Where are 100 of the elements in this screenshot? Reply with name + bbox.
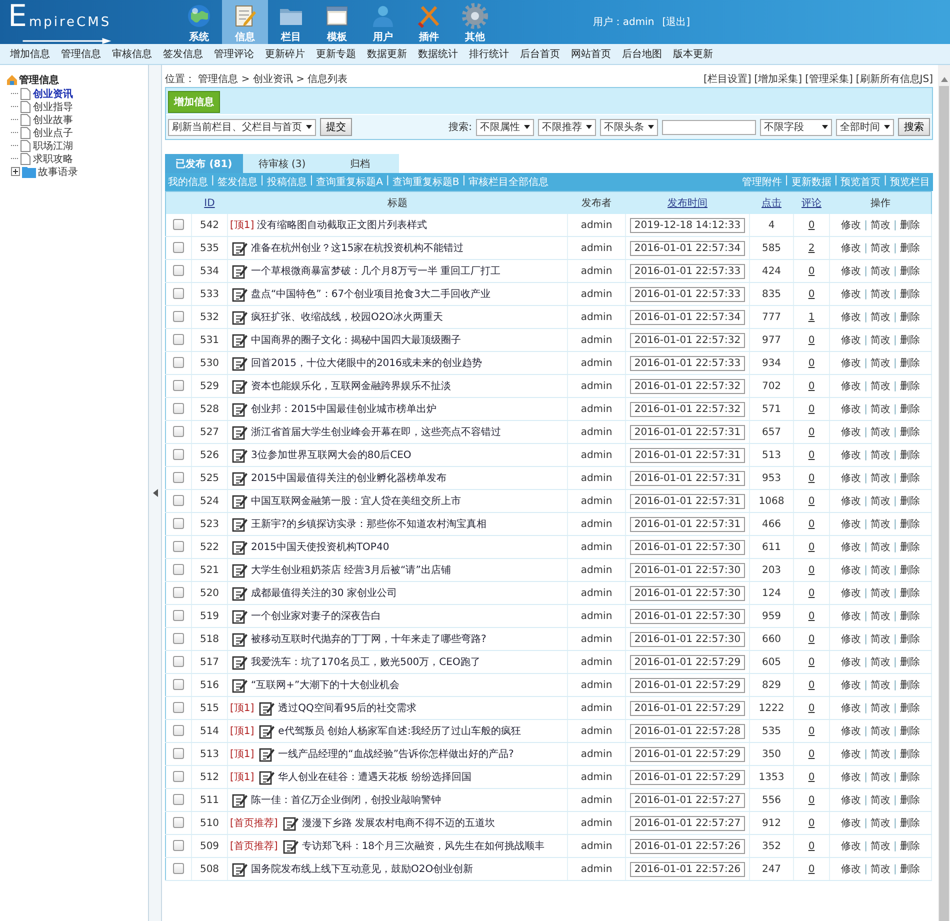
action-link[interactable]: 修改 bbox=[841, 680, 862, 691]
title-link[interactable]: 王新宇?的乡镇探访实录：那些你不知道农村淘宝真相 bbox=[251, 517, 486, 531]
action-link[interactable]: 简改 bbox=[870, 864, 890, 875]
title-link[interactable]: 中国互联网金融第一股：宜人贷在美纽交所上市 bbox=[251, 494, 461, 508]
edit-note-icon[interactable] bbox=[232, 402, 248, 416]
row-checkbox[interactable] bbox=[173, 771, 184, 782]
comments-link[interactable]: 0 bbox=[808, 404, 815, 414]
time-field[interactable]: 2016-01-01 22:57:34 bbox=[630, 240, 745, 256]
action-link[interactable]: 简改 bbox=[870, 841, 890, 852]
action-link[interactable]: 简改 bbox=[870, 818, 890, 829]
title-link[interactable]: 漫漫下乡路 发展农村电商不得不迈的五道坎 bbox=[302, 816, 495, 830]
row-checkbox[interactable] bbox=[173, 265, 184, 276]
time-field[interactable]: 2016-01-01 22:57:29 bbox=[630, 678, 745, 692]
row-checkbox[interactable] bbox=[173, 288, 184, 300]
title-link[interactable]: 资本也能娱乐化，互联网金融跨界娱乐不扯淡 bbox=[251, 379, 451, 393]
menu-item[interactable]: 后台首页 bbox=[520, 47, 560, 61]
action-link[interactable]: 删除 bbox=[900, 335, 920, 346]
row-checkbox[interactable] bbox=[173, 541, 184, 552]
action-link[interactable]: 简改 bbox=[870, 657, 890, 668]
edit-note-icon[interactable] bbox=[259, 724, 276, 738]
tree-item[interactable]: 故事语录 bbox=[38, 164, 78, 178]
title-link[interactable]: 华人创业在硅谷：遭遇天花板 纷纷选择回国 bbox=[278, 770, 472, 784]
edit-note-icon[interactable] bbox=[232, 424, 248, 440]
action-link[interactable]: 修改 bbox=[841, 450, 862, 461]
action-link[interactable]: 修改 bbox=[841, 358, 862, 369]
menu-item[interactable]: 管理评论 bbox=[214, 47, 254, 61]
dropdown-caret-icon[interactable] bbox=[822, 125, 828, 129]
title-link[interactable]: 我爱洗车：坑了170名员工，败光500万，CEO跑了 bbox=[251, 655, 480, 669]
search-field[interactable] bbox=[662, 120, 756, 134]
edit-note-icon[interactable] bbox=[232, 654, 248, 670]
row-checkbox[interactable] bbox=[173, 702, 184, 714]
menu-item[interactable]: 签发信息 bbox=[163, 47, 203, 61]
row-checkbox[interactable] bbox=[173, 426, 184, 438]
time-field[interactable]: 2016-01-01 22:57:27 bbox=[630, 792, 745, 808]
edit-note-icon[interactable] bbox=[232, 562, 248, 578]
title-link[interactable]: 专访郑飞科：18个月三次融资，风先生在如何挑战顺丰 bbox=[302, 839, 545, 853]
time-field[interactable]: 2016-01-01 22:57:28 bbox=[630, 724, 745, 738]
menu-item[interactable]: 数据更新 bbox=[367, 47, 407, 61]
action-link[interactable]: 删除 bbox=[900, 611, 920, 622]
comments-link[interactable]: 0 bbox=[808, 634, 815, 644]
action-link[interactable]: 删除 bbox=[900, 496, 920, 507]
comments-link[interactable]: 0 bbox=[808, 818, 815, 828]
row-checkbox[interactable] bbox=[173, 311, 184, 322]
expand-toggle[interactable] bbox=[11, 167, 20, 176]
title-link[interactable]: 一个草根微商暴富梦破：几个月8万亏一半 重回工厂打工 bbox=[251, 264, 501, 278]
comments-link[interactable]: 0 bbox=[808, 564, 815, 576]
time-field[interactable]: 2016-01-01 22:57:29 bbox=[630, 770, 745, 784]
action-link[interactable]: 修改 bbox=[841, 749, 862, 760]
action-link[interactable]: 删除 bbox=[900, 680, 920, 691]
row-checkbox[interactable] bbox=[173, 863, 184, 874]
submit-button[interactable]: 提交 bbox=[320, 118, 352, 136]
column-header[interactable]: 点击 bbox=[750, 192, 794, 214]
title-link[interactable]: 回首2015，十位大佬眼中的2016或未来的创业趋势 bbox=[251, 356, 482, 370]
row-checkbox[interactable] bbox=[173, 495, 184, 506]
comments-link[interactable]: 0 bbox=[808, 610, 815, 622]
edit-note-icon[interactable] bbox=[232, 792, 248, 808]
title-link[interactable]: 3位参加世界互联网大会的80后CEO bbox=[251, 448, 412, 462]
title-link[interactable]: 中国商界的圈子文化：揭秘中国四大最顶级圈子 bbox=[251, 333, 461, 347]
action-link[interactable]: 删除 bbox=[900, 795, 920, 806]
menu-item[interactable]: 更新碎片 bbox=[265, 47, 305, 61]
action-link[interactable]: 修改 bbox=[841, 220, 862, 231]
action-link[interactable]: 简改 bbox=[870, 680, 890, 691]
edit-note-icon[interactable] bbox=[232, 356, 248, 370]
title-link[interactable]: 准备在杭州创业？这15家在杭投资机构不能错过 bbox=[251, 241, 464, 255]
action-link[interactable]: 简改 bbox=[870, 634, 890, 645]
action-link[interactable]: 修改 bbox=[841, 427, 862, 438]
edit-note-icon[interactable] bbox=[232, 448, 248, 462]
time-select[interactable]: 全部时间 bbox=[836, 118, 894, 136]
action-link[interactable]: 修改 bbox=[841, 266, 862, 277]
time-field[interactable]: 2016-01-01 22:57:29 bbox=[630, 654, 745, 670]
menu-item[interactable]: 审核信息 bbox=[112, 47, 152, 61]
comments-link[interactable]: 0 bbox=[808, 358, 815, 368]
tab[interactable]: 归档 bbox=[321, 154, 399, 173]
action-link[interactable]: 修改 bbox=[841, 542, 862, 553]
action-link[interactable]: 删除 bbox=[900, 818, 920, 829]
filter-select[interactable]: 不限属性 bbox=[476, 118, 534, 136]
action-link[interactable]: 简改 bbox=[870, 749, 890, 760]
comments-link[interactable]: 0 bbox=[808, 864, 815, 874]
action-link[interactable]: 删除 bbox=[900, 450, 920, 461]
action-link[interactable]: 删除 bbox=[900, 312, 920, 323]
time-field[interactable]: 2016-01-01 22:57:30 bbox=[630, 632, 745, 646]
row-checkbox[interactable] bbox=[173, 794, 184, 806]
action-link[interactable]: 修改 bbox=[841, 726, 862, 737]
title-link[interactable]: 成都最值得关注的30 家创业公司 bbox=[251, 586, 397, 600]
comments-link[interactable]: 0 bbox=[808, 220, 815, 230]
action-link[interactable]: 简改 bbox=[870, 496, 890, 507]
nav-tab[interactable]: 插件 bbox=[406, 0, 452, 44]
edit-note-icon[interactable] bbox=[232, 862, 248, 876]
action-link[interactable]: 删除 bbox=[900, 772, 920, 783]
top-link[interactable]: [刷新所有信息JS] bbox=[856, 72, 933, 86]
time-field[interactable]: 2016-01-01 22:57:32 bbox=[630, 378, 745, 394]
title-link[interactable]: 2015中国最值得关注的创业孵化器榜单发布 bbox=[251, 471, 446, 485]
row-checkbox[interactable] bbox=[173, 725, 184, 736]
action-link[interactable]: 简改 bbox=[870, 381, 890, 392]
menu-item[interactable]: 版本更新 bbox=[673, 47, 713, 61]
row-checkbox[interactable] bbox=[173, 633, 184, 644]
edit-note-icon[interactable] bbox=[232, 310, 248, 324]
time-field[interactable]: 2016-01-01 22:57:32 bbox=[630, 332, 745, 348]
action-link[interactable]: 删除 bbox=[900, 565, 920, 576]
action-link[interactable]: 简改 bbox=[870, 312, 890, 323]
